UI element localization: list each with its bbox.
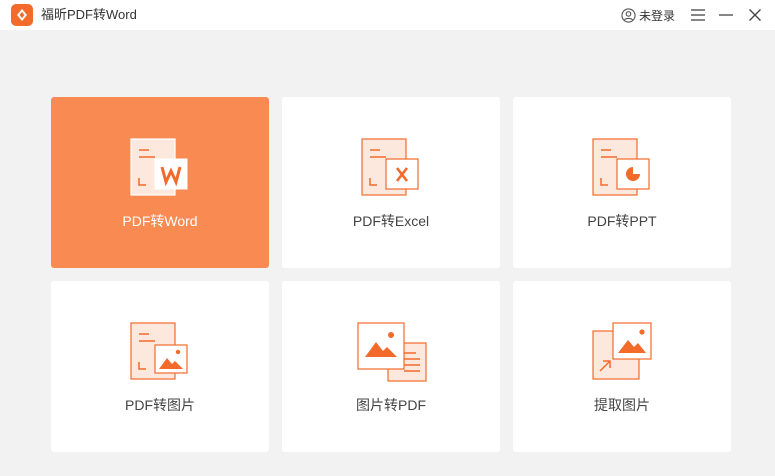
pdf-to-excel-card[interactable]: PDF转Excel <box>282 97 500 268</box>
pdf-to-ppt-card[interactable]: PDF转PPT <box>513 97 731 268</box>
login-button[interactable]: 未登录 <box>621 6 675 24</box>
image-to-pdf-card[interactable]: 图片转PDF <box>282 281 500 452</box>
card-label: PDF转图片 <box>125 397 195 413</box>
app-logo-icon <box>11 4 33 26</box>
card-label: PDF转Excel <box>352 213 430 229</box>
pdf-to-word-card[interactable]: PDF转Word <box>51 97 269 268</box>
title-bar: 福昕PDF转Word 未登录 <box>0 0 775 30</box>
pdf-to-excel-icon <box>361 138 419 196</box>
pdf-to-image-icon <box>130 322 188 380</box>
card-label: 提取图片 <box>594 397 650 413</box>
close-button[interactable] <box>745 5 765 25</box>
extract-image-card[interactable]: 提取图片 <box>513 281 731 452</box>
close-icon <box>749 9 761 21</box>
user-icon <box>621 7 636 23</box>
minimize-icon <box>719 14 733 16</box>
minimize-button[interactable] <box>716 5 736 25</box>
pdf-to-word-icon <box>130 138 188 196</box>
menu-button[interactable] <box>688 5 708 25</box>
main-content: PDF转Word PDF转Excel PDF转PPT PDF转图片 图片转PDF… <box>0 30 775 476</box>
login-label: 未登录 <box>639 8 676 23</box>
card-label: 图片转PDF <box>356 397 426 413</box>
menu-icon <box>691 9 705 21</box>
extract-image-icon <box>592 322 652 380</box>
image-to-pdf-icon <box>357 322 427 382</box>
card-label: PDF转PPT <box>587 213 657 229</box>
pdf-to-ppt-icon <box>592 138 650 196</box>
card-label: PDF转Word <box>122 213 198 229</box>
app-title: 福昕PDF转Word <box>41 7 137 22</box>
pdf-to-image-card[interactable]: PDF转图片 <box>51 281 269 452</box>
